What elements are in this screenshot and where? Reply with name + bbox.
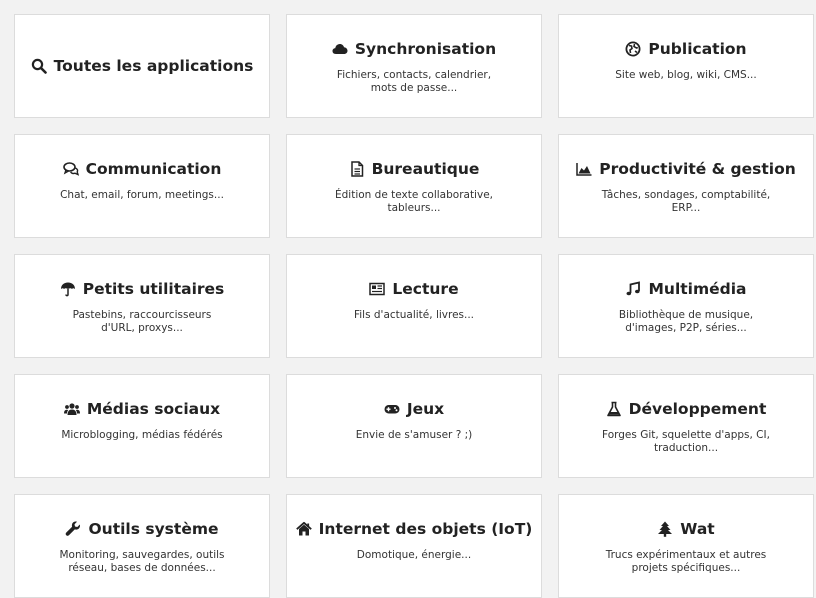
category-card-jeux[interactable]: Jeux Envie de s'amuser ? ;) (286, 374, 542, 478)
category-title-row: Petits utilitaires (60, 279, 225, 299)
category-title-row: Wat (657, 519, 715, 539)
flask-icon (606, 401, 622, 417)
category-description: Domotique, énergie... (356, 549, 472, 561)
category-card-multimedia[interactable]: Multimédia Bibliothèque de musique, d'im… (558, 254, 814, 358)
category-title: Petits utilitaires (82, 280, 225, 298)
category-description: Édition de texte collaborative, tableurs… (334, 189, 493, 214)
category-description: Tâches, sondages, comptabilité, ERP... (601, 189, 771, 214)
document-icon (349, 161, 365, 177)
category-card-all[interactable]: Toutes les applications (14, 14, 270, 118)
newspaper-icon (369, 281, 386, 297)
category-title: Productivité & gestion (599, 160, 796, 178)
category-card-developpement[interactable]: Développement Forges Git, squelette d'ap… (558, 374, 814, 478)
category-title: Médias sociaux (86, 400, 221, 418)
category-title: Multimédia (648, 280, 747, 298)
category-card-bureautique[interactable]: Bureautique Édition de texte collaborati… (286, 134, 542, 238)
category-card-publication[interactable]: Publication Site web, blog, wiki, CMS... (558, 14, 814, 118)
category-card-synchronisation[interactable]: Synchronisation Fichiers, contacts, cale… (286, 14, 542, 118)
category-title: Bureautique (371, 160, 480, 178)
users-icon (63, 401, 80, 417)
category-title: Wat (680, 520, 715, 538)
category-description: Bibliothèque de musique, d'images, P2P, … (618, 309, 754, 334)
category-title: Outils système (88, 520, 219, 538)
category-description: Fils d'actualité, livres... (353, 309, 475, 321)
category-description: Envie de s'amuser ? ;) (355, 429, 473, 441)
category-description: Trucs expérimentaux et autres projets sp… (605, 549, 767, 574)
globe-icon (625, 41, 641, 57)
category-description: Pastebins, raccourcisseurs d'URL, proxys… (72, 309, 212, 334)
area-chart-icon (576, 161, 592, 177)
category-title: Internet des objets (IoT) (318, 520, 533, 538)
cloud-icon (332, 41, 348, 57)
category-card-medias-sociaux[interactable]: Médias sociaux Microblogging, médias féd… (14, 374, 270, 478)
category-description: Fichiers, contacts, calendrier, mots de … (336, 69, 492, 94)
category-title-row: Jeux (384, 399, 444, 419)
music-icon (625, 281, 641, 297)
category-card-lecture[interactable]: Lecture Fils d'actualité, livres... (286, 254, 542, 358)
category-description: Monitoring, sauvegardes, outils réseau, … (59, 549, 225, 574)
category-title: Développement (628, 400, 767, 418)
category-title-row: Bureautique (349, 159, 480, 179)
wrench-icon (65, 521, 81, 537)
category-title-row: Internet des objets (IoT) (295, 519, 533, 539)
category-title: Toutes les applications (53, 57, 254, 75)
category-title-row: Médias sociaux (63, 399, 221, 419)
category-title-row: Communication (62, 159, 222, 179)
category-title: Publication (648, 40, 747, 58)
search-icon (31, 58, 47, 74)
category-title-row: Développement (606, 399, 767, 419)
category-card-wat[interactable]: Wat Trucs expérimentaux et autres projet… (558, 494, 814, 598)
category-title: Lecture (392, 280, 459, 298)
category-title-row: Productivité & gestion (576, 159, 796, 179)
category-grid: Toutes les applications Synchronisation … (0, 0, 816, 598)
category-description: Microblogging, médias fédérés (61, 429, 223, 441)
home-icon (295, 521, 312, 537)
category-card-iot[interactable]: Internet des objets (IoT) Domotique, éne… (286, 494, 542, 598)
category-title-row: Toutes les applications (31, 56, 254, 76)
category-card-outils-systeme[interactable]: Outils système Monitoring, sauvegardes, … (14, 494, 270, 598)
category-card-productivite[interactable]: Productivité & gestion Tâches, sondages,… (558, 134, 814, 238)
category-title-row: Publication (625, 39, 747, 59)
category-title-row: Multimédia (625, 279, 747, 299)
category-description: Chat, email, forum, meetings... (60, 189, 224, 201)
tree-icon (657, 521, 673, 537)
umbrella-icon (60, 281, 76, 297)
category-title-row: Outils système (65, 519, 219, 539)
category-description: Site web, blog, wiki, CMS... (615, 69, 757, 81)
category-title: Jeux (406, 400, 445, 418)
chat-icon (62, 161, 79, 177)
category-card-petits-utilitaires[interactable]: Petits utilitaires Pastebins, raccourcis… (14, 254, 270, 358)
category-title-row: Lecture (369, 279, 459, 299)
category-title: Communication (85, 160, 222, 178)
category-title: Synchronisation (354, 40, 497, 58)
category-title-row: Synchronisation (332, 39, 496, 59)
gamepad-icon (384, 401, 400, 417)
category-card-communication[interactable]: Communication Chat, email, forum, meetin… (14, 134, 270, 238)
category-description: Forges Git, squelette d'apps, CI, traduc… (602, 429, 770, 454)
